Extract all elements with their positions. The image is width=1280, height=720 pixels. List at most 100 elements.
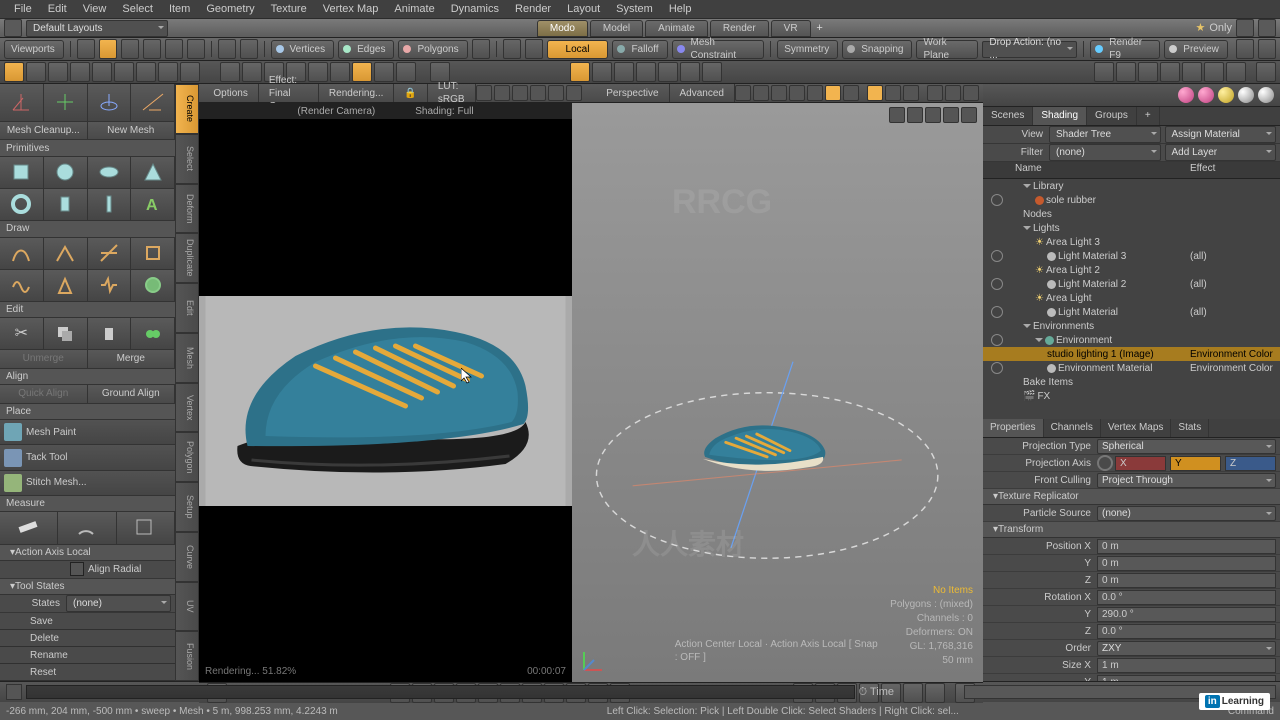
- mesh-cleanup-button[interactable]: Mesh Cleanup...: [0, 122, 88, 139]
- unmerge-button[interactable]: Unmerge: [0, 350, 88, 367]
- merge-button[interactable]: Merge: [88, 350, 176, 367]
- vp-gear-icon[interactable]: [566, 85, 582, 101]
- cube-icon[interactable]: [472, 39, 490, 59]
- tree-row[interactable]: Bake Items: [983, 375, 1280, 389]
- prop-tab-properties[interactable]: Properties: [983, 419, 1044, 437]
- sidetab-edit[interactable]: Edit: [175, 283, 199, 333]
- menu-geometry[interactable]: Geometry: [198, 3, 262, 16]
- vp-icon[interactable]: [494, 85, 510, 101]
- vp-icon[interactable]: [753, 85, 769, 101]
- effect-tab[interactable]: Effect: Final C...: [259, 84, 319, 102]
- new-mesh-button[interactable]: New Mesh: [88, 122, 176, 139]
- states-delete-button[interactable]: Delete: [0, 630, 175, 647]
- tab-modo[interactable]: Modo: [537, 20, 588, 37]
- vp-icon[interactable]: [530, 85, 546, 101]
- t2c-icon[interactable]: [220, 62, 240, 82]
- shader-tree[interactable]: Library sole rubber Nodes Lights☀ Area L…: [983, 179, 1280, 419]
- sidetab-fusion[interactable]: Fusion: [175, 631, 199, 681]
- t2r-icon[interactable]: [1138, 62, 1158, 82]
- tree-row[interactable]: Library: [983, 179, 1280, 193]
- rotation-y-input[interactable]: 290.0 °: [1097, 607, 1276, 622]
- vp-icon[interactable]: [825, 85, 841, 101]
- orbit-icon[interactable]: [907, 107, 923, 123]
- axis-z-button[interactable]: Z: [1225, 456, 1276, 471]
- timeline-track[interactable]: [26, 685, 855, 699]
- rotation-z-input[interactable]: 0.0 °: [1097, 624, 1276, 639]
- assign-material-button[interactable]: Assign Material: [1165, 126, 1277, 143]
- tree-row[interactable]: Environment MaterialEnvironment Color: [983, 361, 1280, 375]
- tree-row[interactable]: 🎬 FX: [983, 389, 1280, 403]
- add-shader-tab[interactable]: +: [1137, 107, 1160, 125]
- add-layer-button[interactable]: Add Layer: [1165, 144, 1277, 161]
- size-x-input[interactable]: 1 m: [1097, 658, 1276, 673]
- sidetab-select[interactable]: Select: [175, 134, 199, 184]
- sidetab-polygon[interactable]: Polygon: [175, 432, 199, 482]
- prop-tab-stats[interactable]: Stats: [1171, 419, 1209, 437]
- shader-tab-shading[interactable]: Shading: [1033, 107, 1087, 125]
- menu-select[interactable]: Select: [114, 3, 161, 16]
- t2m-plus-icon[interactable]: [702, 62, 722, 82]
- sidetab-duplicate[interactable]: Duplicate: [175, 233, 199, 283]
- ellipsoid-primitive[interactable]: [88, 157, 132, 188]
- vp-icon[interactable]: [885, 85, 901, 101]
- menu-layout[interactable]: Layout: [559, 3, 608, 16]
- tree-row[interactable]: ☀ Area Light 3: [983, 235, 1280, 249]
- t2r-icon[interactable]: [1182, 62, 1202, 82]
- t2m-icon[interactable]: [592, 62, 612, 82]
- preview-button[interactable]: Preview: [1164, 40, 1228, 59]
- sidetab-create[interactable]: Create: [175, 84, 199, 134]
- menu-dynamics[interactable]: Dynamics: [443, 3, 507, 16]
- tree-row[interactable]: ☀ Area Light 2: [983, 263, 1280, 277]
- draw8-icon[interactable]: [131, 270, 175, 301]
- layout-dropdown[interactable]: Default Layouts: [26, 20, 168, 37]
- axis4-icon[interactable]: [131, 84, 175, 121]
- menu-view[interactable]: View: [75, 3, 115, 16]
- perspective-viewport[interactable]: RRCG 人人素材 No Items Polygons : (mixed) Ch…: [572, 103, 983, 682]
- t2c-icon[interactable]: [242, 62, 262, 82]
- sidetab-deform[interactable]: Deform: [175, 184, 199, 234]
- sidetab-setup[interactable]: Setup: [175, 482, 199, 532]
- menu-edit[interactable]: Edit: [40, 3, 75, 16]
- symmetry-button[interactable]: Symmetry: [777, 40, 838, 59]
- tab-animate[interactable]: Animate: [645, 20, 708, 37]
- menu-animate[interactable]: Animate: [386, 3, 442, 16]
- particle-source-dropdown[interactable]: (none): [1097, 506, 1276, 521]
- tree-row[interactable]: sole rubber: [983, 193, 1280, 207]
- vp-icon[interactable]: [963, 85, 979, 101]
- scale-icon[interactable]: [187, 39, 205, 59]
- viewports-button[interactable]: Viewports: [4, 40, 64, 59]
- select-tool-icon[interactable]: [4, 62, 24, 82]
- cone-primitive[interactable]: [131, 157, 175, 188]
- polygons-button[interactable]: Polygons: [398, 40, 467, 59]
- merge-icon[interactable]: [131, 318, 175, 349]
- render-viewport[interactable]: (Render Camera)Shading: Full: [199, 103, 572, 682]
- sphere-primitive[interactable]: [44, 157, 88, 188]
- transform-header[interactable]: ▾ Transform: [983, 522, 1280, 538]
- position-x-input[interactable]: 0 m: [1097, 539, 1276, 554]
- axis-icon[interactable]: [240, 39, 258, 59]
- drop-action-dropdown[interactable]: Drop Action: (no ...: [982, 41, 1077, 58]
- tree-row[interactable]: Light Material 2(all): [983, 277, 1280, 291]
- tab-vr[interactable]: VR: [771, 20, 811, 37]
- cut-icon[interactable]: ✂: [0, 318, 44, 349]
- move-icon[interactable]: [143, 39, 161, 59]
- position-y-input[interactable]: 0 m: [1097, 556, 1276, 571]
- draw7-icon[interactable]: [88, 270, 132, 301]
- chevrons-icon[interactable]: [1258, 39, 1276, 59]
- tab-render[interactable]: Render: [710, 20, 769, 37]
- t2-icon[interactable]: [48, 62, 68, 82]
- t2-icon[interactable]: [92, 62, 112, 82]
- axis-x-button[interactable]: X: [1115, 456, 1166, 471]
- states-reset-button[interactable]: Reset: [0, 664, 175, 681]
- help-icon[interactable]: [1258, 19, 1276, 37]
- axis-radio[interactable]: [1097, 455, 1113, 471]
- paste-icon[interactable]: [88, 318, 132, 349]
- menu-help[interactable]: Help: [661, 3, 700, 16]
- t2-icon[interactable]: [26, 62, 46, 82]
- states-rename-button[interactable]: Rename: [0, 647, 175, 664]
- t2r-plus-icon[interactable]: [1226, 62, 1246, 82]
- states-save-button[interactable]: Save: [0, 613, 175, 630]
- texture-replicator-header[interactable]: ▾ Texture Replicator: [983, 489, 1280, 505]
- t2c-icon[interactable]: [352, 62, 372, 82]
- vp-icon[interactable]: [945, 85, 961, 101]
